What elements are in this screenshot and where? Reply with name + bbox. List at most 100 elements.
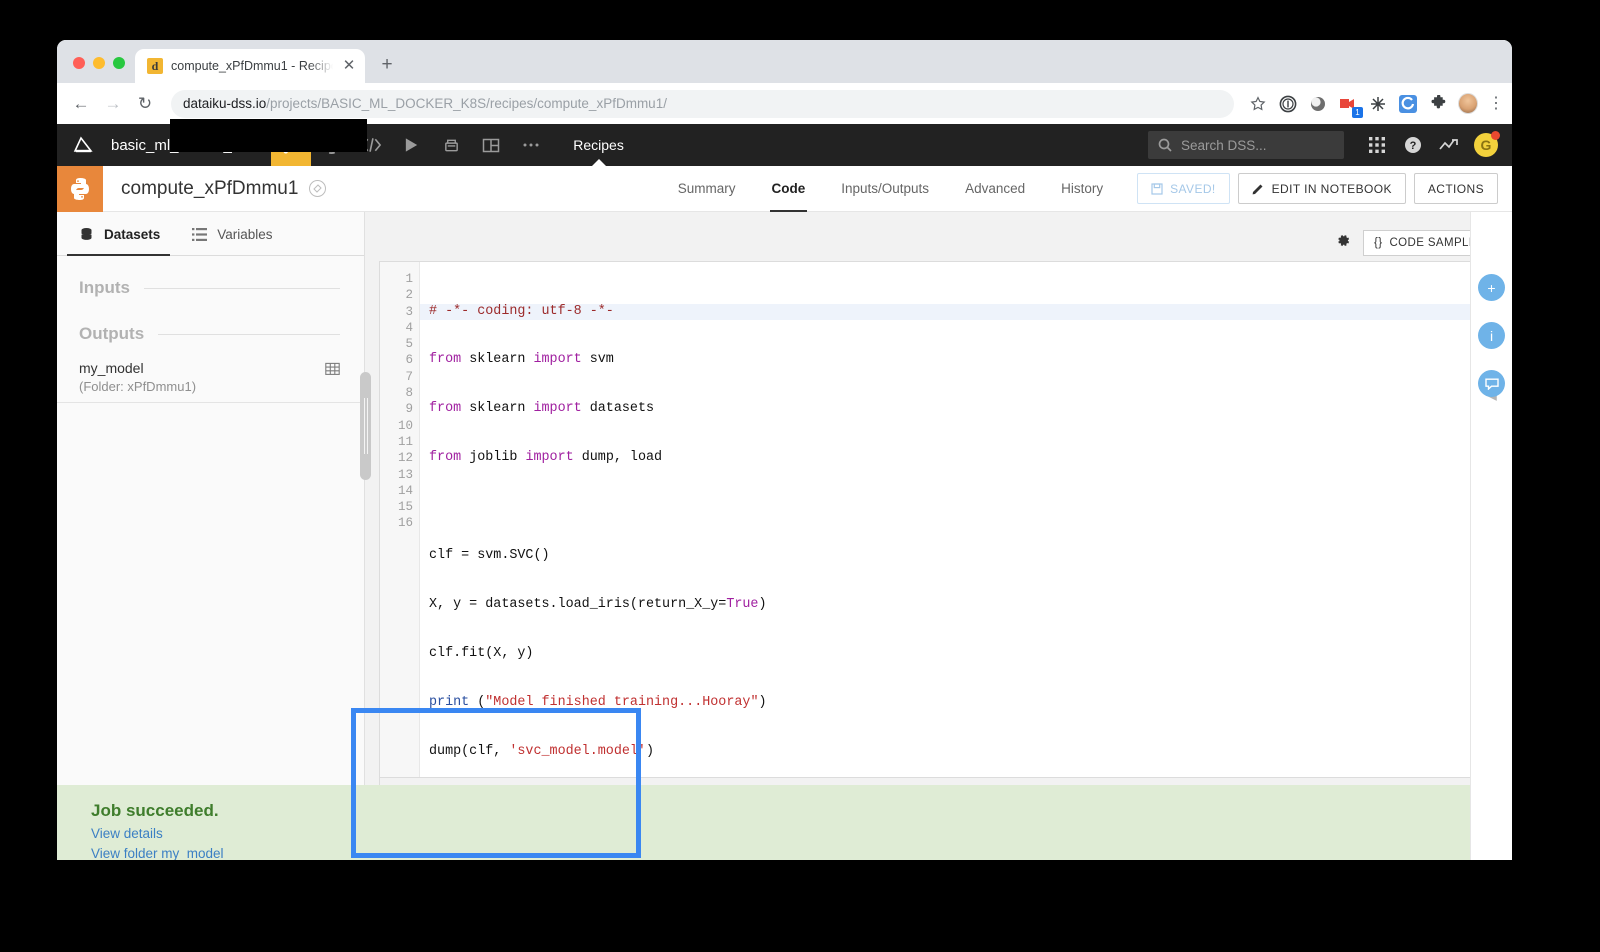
code-line: print ("Model finished training...Hooray… — [429, 694, 767, 711]
tab-advanced[interactable]: Advanced — [947, 166, 1043, 212]
code-editor[interactable]: 1 2 3 4 5 6 7 8 9 10 11 12 13 14 15 16 #… — [379, 261, 1498, 778]
recipe-tabs: Summary Code Inputs/Outputs Advanced His… — [660, 166, 1121, 212]
edit-in-notebook-label: EDIT IN NOTEBOOK — [1271, 181, 1392, 196]
recipe-header: compute_xPfDmmu1 Summary Code Inputs/Out… — [57, 165, 1512, 212]
sidebar-tab-datasets-label: Datasets — [104, 226, 161, 242]
line-number: 3 — [405, 304, 413, 319]
help-icon[interactable]: ? — [1396, 130, 1430, 160]
code-content[interactable]: # -*- coding: utf-8 -*- from sklearn imp… — [420, 262, 1497, 777]
line-number: 10 — [397, 418, 413, 433]
browser-tab[interactable]: d compute_xPfDmmu1 - Recipe ✕ — [135, 49, 365, 83]
extension-asterisk-icon[interactable] — [1368, 94, 1388, 114]
search-input[interactable]: Search DSS... — [1148, 131, 1344, 159]
avatar[interactable] — [1458, 93, 1478, 114]
inputs-label: Inputs — [79, 278, 130, 297]
code-line: # -*- coding: utf-8 -*- — [420, 303, 1497, 320]
info-icon[interactable]: i — [1478, 322, 1505, 349]
sidebar-tab-datasets[interactable]: Datasets — [57, 212, 171, 256]
jobs-icon[interactable] — [431, 124, 471, 166]
url-host: dataiku-dss.io — [183, 96, 267, 111]
extension-sync-icon[interactable] — [1398, 94, 1418, 114]
new-tab-button[interactable]: + — [377, 55, 397, 75]
folder-grid-icon[interactable] — [325, 360, 340, 382]
code-line: clf.fit(X, y) — [429, 645, 534, 661]
trending-icon[interactable] — [1432, 130, 1466, 160]
python-recipe-icon — [57, 165, 103, 212]
extensions-puzzle-icon[interactable] — [1428, 94, 1448, 114]
code-editor-panel: {} CODE SAMPLES 1 2 3 4 5 6 7 8 9 10 11 — [365, 212, 1512, 860]
line-number: 7 — [405, 369, 413, 384]
line-number: 1 — [405, 272, 413, 286]
url-path: /projects/BASIC_ML_DOCKER_K8S/recipes/co… — [266, 96, 667, 111]
favicon: d — [147, 58, 163, 74]
database-icon — [81, 227, 92, 240]
toolbar-icons: 1 ⋮ — [1244, 93, 1504, 118]
close-window-button[interactable] — [73, 57, 85, 69]
browser-menu-icon[interactable]: ⋮ — [1488, 95, 1504, 111]
line-number: 5 — [405, 337, 413, 352]
job-status-title: Job succeeded. — [91, 801, 219, 820]
reload-icon[interactable]: ↻ — [131, 90, 159, 118]
apps-grid-icon[interactable] — [1360, 130, 1394, 160]
dashboard-icon[interactable] — [471, 124, 511, 166]
actions-label: ACTIONS — [1427, 181, 1484, 196]
more-icon[interactable] — [511, 124, 551, 166]
browser-toolbar: ← → ↻ dataiku-dss.io/projects/BASIC_ML_D… — [57, 83, 1512, 124]
right-rail: ◀ + i — [1470, 212, 1512, 860]
view-details-link[interactable]: View details — [91, 826, 1512, 841]
code-line: X, y = datasets.load_iris(return_X_y=Tru… — [429, 596, 767, 612]
line-number: 4 — [405, 320, 413, 335]
panel-splitter-handle[interactable] — [360, 372, 371, 480]
url-text: dataiku-dss.io/projects/BASIC_ML_DOCKER_… — [183, 96, 667, 111]
code-samples-braces: {} — [1373, 237, 1383, 249]
close-icon[interactable]: ✕ — [341, 58, 357, 74]
actions-button[interactable]: ACTIONS — [1413, 173, 1498, 204]
saved-button: SAVED! — [1137, 173, 1230, 204]
extension-sphere-icon[interactable] — [1308, 94, 1328, 114]
code-line: dump(clf, 'svc_model.model') — [429, 743, 655, 759]
tab-history[interactable]: History — [1043, 166, 1121, 212]
recipe-body: Datasets Variables Inputs Outputs my_mod… — [57, 212, 1512, 860]
sidebar-tab-variables[interactable]: Variables — [170, 212, 282, 256]
maximize-window-button[interactable] — [113, 57, 125, 69]
line-number: 16 — [397, 516, 413, 531]
line-number: 6 — [405, 353, 413, 368]
forward-icon[interactable]: → — [99, 90, 127, 118]
outputs-section-header: Outputs — [57, 298, 364, 344]
bookmark-star-icon[interactable] — [1248, 94, 1268, 114]
tab-inputs-outputs[interactable]: Inputs/Outputs — [823, 166, 947, 212]
window-controls — [57, 57, 125, 83]
line-number: 9 — [405, 402, 413, 417]
edit-in-notebook-button[interactable]: EDIT IN NOTEBOOK — [1237, 173, 1406, 204]
line-number: 12 — [397, 451, 413, 466]
line-number: 14 — [397, 483, 413, 498]
editor-settings-gear-icon[interactable] — [1336, 233, 1351, 253]
svg-text:?: ? — [1410, 140, 1417, 152]
tab-summary[interactable]: Summary — [660, 166, 754, 212]
user-avatar[interactable]: G — [1474, 131, 1500, 157]
line-number: 8 — [405, 386, 413, 401]
back-icon[interactable]: ← — [67, 90, 95, 118]
minimize-window-button[interactable] — [93, 57, 105, 69]
code-line: from sklearn import datasets — [429, 401, 655, 417]
list-item[interactable]: my_model (Folder: xPfDmmu1) — [57, 344, 364, 394]
inputs-section-header: Inputs — [57, 256, 364, 298]
line-number: 2 — [405, 288, 413, 303]
extension-screen-recorder-icon[interactable]: 1 — [1338, 94, 1363, 118]
tab-code[interactable]: Code — [754, 166, 824, 212]
sidebar-tabs: Datasets Variables — [57, 212, 364, 256]
automation-icon[interactable] — [391, 124, 431, 166]
line-number: 15 — [397, 500, 413, 515]
pencil-icon — [1252, 184, 1263, 195]
line-number: 13 — [397, 467, 413, 482]
extension-1password-icon[interactable] — [1278, 94, 1298, 114]
view-folder-link[interactable]: View folder my_model — [91, 846, 1512, 860]
address-bar[interactable]: dataiku-dss.io/projects/BASIC_ML_DOCKER_… — [171, 89, 1234, 118]
page-title: compute_xPfDmmu1 — [121, 177, 299, 199]
chat-icon[interactable] — [1478, 370, 1505, 397]
add-icon[interactable]: + — [1478, 274, 1505, 301]
code-line: from joblib import dump, load — [429, 450, 663, 466]
tag-icon[interactable] — [309, 180, 327, 197]
dataiku-logo-icon[interactable] — [63, 133, 105, 157]
